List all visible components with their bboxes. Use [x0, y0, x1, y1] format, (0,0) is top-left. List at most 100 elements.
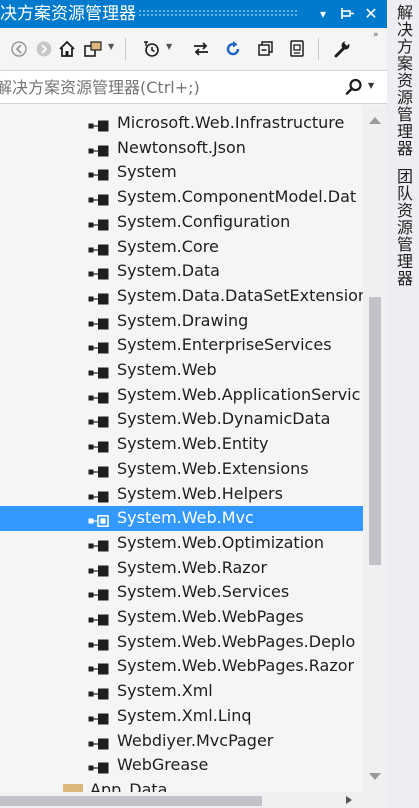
tree-item-label: Newtonsoft.Json	[117, 137, 246, 157]
tree-item-label: System.Web.DynamicData	[117, 409, 331, 429]
tree-item-reference[interactable]: System.Xml	[0, 679, 363, 704]
assembly-reference-icon	[88, 759, 110, 774]
assembly-reference-icon	[88, 562, 110, 577]
pending-changes-filter-icon[interactable]	[141, 38, 163, 60]
tree-item-reference[interactable]: System.Configuration	[0, 210, 363, 235]
assembly-reference-icon	[88, 537, 110, 552]
tree-item-reference[interactable]: System.Web.Extensions	[0, 457, 363, 482]
assembly-reference-icon	[88, 364, 110, 379]
tree-item-reference[interactable]: Newtonsoft.Json	[0, 136, 363, 161]
tree-item-label: System.Web.Mvc	[117, 508, 254, 528]
vertical-scroll-thumb[interactable]	[369, 297, 381, 565]
tree-item-reference[interactable]: System	[0, 160, 363, 185]
tree-item-label: System.Web.Extensions	[117, 458, 309, 478]
tree-item-label: App_Data	[90, 779, 168, 792]
home-icon[interactable]	[56, 38, 78, 60]
toolbar-separator	[318, 38, 319, 60]
tree-item-reference[interactable]: System.Web.Helpers	[0, 482, 363, 507]
tree-item-label: System.Drawing	[117, 310, 249, 330]
toolbar-overflow-icon[interactable]: »	[373, 30, 379, 40]
solution-explorer-toolbar: ▼ ▼ »	[0, 28, 387, 70]
tree-item-reference[interactable]: System.Web.Optimization	[0, 531, 363, 556]
assembly-reference-icon	[88, 438, 110, 453]
tree-item-reference[interactable]: System.EnterpriseServices	[0, 333, 363, 358]
tree-item-reference[interactable]: System.Data	[0, 259, 363, 284]
back-icon[interactable]	[8, 38, 30, 60]
tree-item-folder[interactable]: App_Data	[0, 778, 363, 792]
tree-item-reference[interactable]: System.Drawing	[0, 309, 363, 334]
tree-item-label: System.Web.Razor	[117, 557, 268, 577]
search-icon[interactable]	[344, 77, 364, 97]
tree-item-label: System.ComponentModel.Dat	[117, 187, 357, 207]
assembly-reference-icon	[88, 339, 110, 354]
search-input[interactable]	[0, 75, 334, 99]
tree-item-reference[interactable]: System.Core	[0, 235, 363, 260]
tree-item-reference[interactable]: System.Data.DataSetExtension	[0, 284, 363, 309]
tree-item-reference[interactable]: System.Xml.Linq	[0, 704, 363, 729]
panel-title: 决方案资源管理器	[0, 4, 136, 24]
assembly-reference-icon	[88, 166, 110, 181]
vertical-scrollbar[interactable]	[363, 105, 387, 792]
scroll-right-icon[interactable]	[345, 795, 353, 805]
tree-item-label: System.Web.Helpers	[117, 483, 283, 503]
tree-item-label: System.Xml	[117, 681, 213, 701]
search-box: ▼	[0, 70, 387, 104]
refresh-icon[interactable]	[222, 38, 244, 60]
assembly-reference-icon	[88, 216, 110, 231]
tree-item-label: System.Data	[117, 261, 220, 281]
tree-item-reference[interactable]: System.Web	[0, 358, 363, 383]
assembly-reference-icon	[88, 265, 110, 280]
tree-item-reference[interactable]: System.Web.ApplicationServic	[0, 383, 363, 408]
assembly-reference-icon	[88, 636, 110, 651]
pending-changes-dropdown-icon[interactable]: ▼	[166, 42, 172, 51]
tree-item-reference[interactable]: Microsoft.Web.Infrastructure	[0, 111, 363, 136]
tree-item-reference[interactable]: System.ComponentModel.Dat	[0, 185, 363, 210]
tab-solution-explorer[interactable]: 解决方案资源管理器	[391, 4, 415, 157]
assembly-reference-icon	[88, 142, 110, 157]
tree-item-reference[interactable]: Webdiyer.MvcPager	[0, 729, 363, 754]
tree-item-reference[interactable]: System.Web.WebPages.Deplo	[0, 630, 363, 655]
tree-item-reference[interactable]: System.Web.Entity	[0, 432, 363, 457]
drag-grip[interactable]	[138, 9, 298, 18]
sync-with-active-document-icon[interactable]	[190, 38, 212, 60]
solution-tree: Microsoft.Web.Infrastructure Newtonsoft.J…	[0, 105, 363, 792]
forward-icon[interactable]	[33, 38, 55, 60]
assembly-reference-icon	[88, 710, 110, 725]
tree-item-label: System.Web.Entity	[117, 434, 269, 454]
switch-views-icon[interactable]	[82, 38, 104, 60]
tab-team-explorer[interactable]: 团队资源管理器	[391, 168, 415, 287]
tree-item-label: System.Web.Services	[117, 582, 290, 602]
assembly-reference-icon	[88, 685, 110, 700]
tree-item-reference[interactable]: WebGrease	[0, 753, 363, 778]
search-options-dropdown-icon[interactable]: ▼	[368, 81, 374, 90]
horizontal-scrollbar[interactable]	[0, 792, 387, 808]
tree-item-label: WebGrease	[117, 755, 209, 775]
assembly-reference-icon	[88, 512, 110, 528]
assembly-reference-icon	[88, 389, 110, 404]
assembly-reference-icon	[88, 117, 110, 132]
switch-views-dropdown-icon[interactable]: ▼	[108, 42, 114, 51]
folder-icon	[63, 783, 83, 792]
tree-item-reference[interactable]: System.Web.Services	[0, 580, 363, 605]
tree-item-reference[interactable]: System.Web.DynamicData	[0, 407, 363, 432]
tree-item-reference[interactable]: System.Web.Mvc	[0, 506, 363, 532]
panel-title-bar[interactable]: 决方案资源管理器 ▾ ✕	[0, 0, 387, 28]
properties-wrench-icon[interactable]	[331, 38, 353, 60]
tree-item-reference[interactable]: System.Web.WebPages	[0, 605, 363, 630]
horizontal-scroll-thumb[interactable]	[0, 796, 262, 806]
close-icon[interactable]: ✕	[361, 3, 381, 25]
tree-item-label: System.Web.WebPages	[117, 607, 304, 626]
tree-item-label: System.Core	[117, 236, 219, 256]
assembly-reference-icon	[88, 611, 110, 626]
show-all-files-icon[interactable]	[286, 38, 308, 60]
assembly-reference-icon	[88, 241, 110, 255]
scroll-up-icon[interactable]	[368, 115, 382, 125]
window-position-dropdown-icon[interactable]: ▾	[313, 3, 333, 25]
scroll-down-icon[interactable]	[368, 772, 382, 782]
tree-item-reference[interactable]: System.Web.Razor	[0, 556, 363, 581]
tree-item-label: System.Web.WebPages.Deplo	[117, 631, 356, 651]
side-tab-strip: 解决方案资源管理器 团队资源管理器	[387, 0, 419, 808]
tree-item-reference[interactable]: System.Web.WebPages.Razor	[0, 654, 363, 679]
auto-hide-pin-icon[interactable]	[337, 3, 357, 25]
collapse-all-icon[interactable]	[255, 38, 277, 60]
